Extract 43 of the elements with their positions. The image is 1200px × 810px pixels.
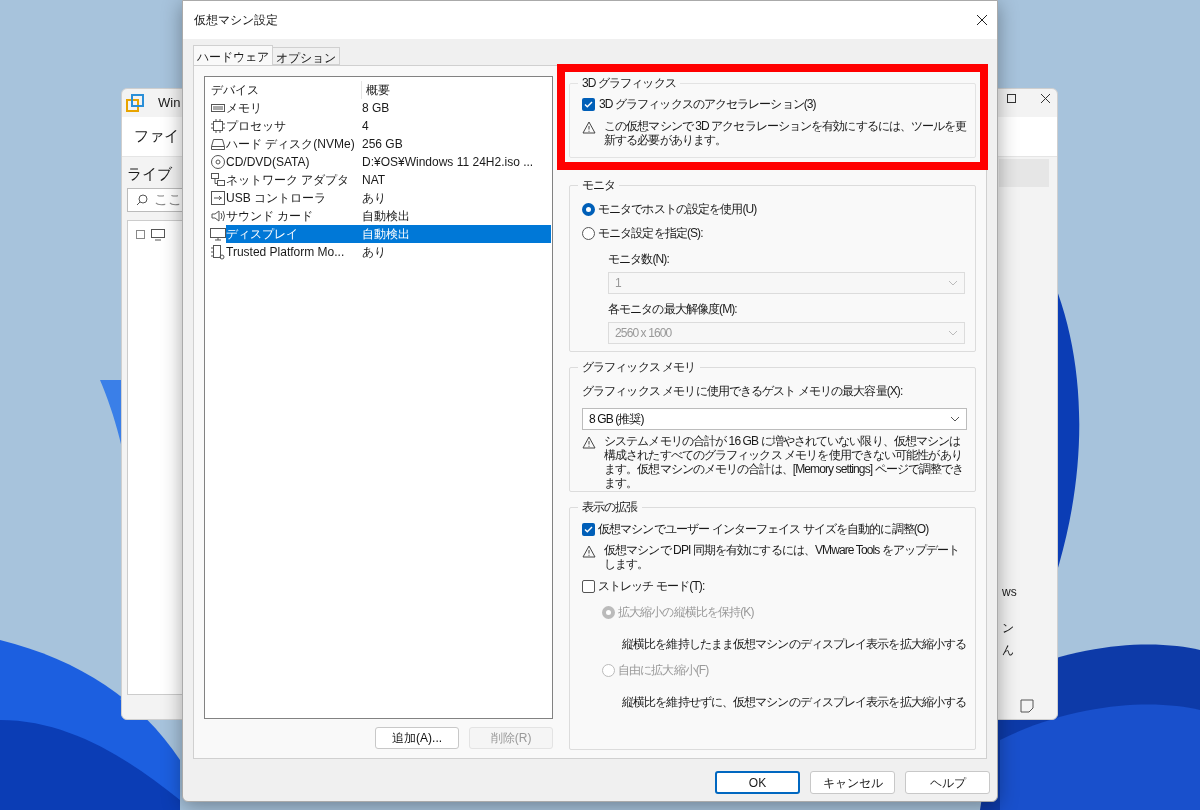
device-summary: あり <box>362 244 386 261</box>
dialog-title: 仮想マシン設定 <box>194 12 278 29</box>
device-summary: NAT <box>362 172 386 189</box>
device-summary: 4 <box>362 118 369 135</box>
radio-label: モニタ設定を指定(S): <box>598 225 703 242</box>
option-description: 縦横比を維持したまま仮想マシンのディスプレイ表示を拡大縮小する <box>621 636 967 653</box>
device-summary: 自動検出 <box>362 208 410 225</box>
radio-label: 拡大縮小の縦横比を保持(K) <box>618 604 754 621</box>
group-title: 表示の拡張 <box>581 499 639 516</box>
checkbox-label: 3D グラフィックスのアクセラレーション(3) <box>599 96 816 113</box>
group-title: 3D グラフィックス <box>581 75 677 92</box>
text-fragment: ン <box>1002 620 1015 637</box>
device-name: CD/DVD(SATA) <box>226 154 311 171</box>
panel-title: ライブ <box>127 165 172 182</box>
group-title: モニタ <box>581 177 617 194</box>
option-description: 縦横比を維持せずに、仮想マシンのディスプレイ表示を拡大縮小する <box>621 694 967 711</box>
device-summary: D:¥OS¥Windows 11 24H2.iso ... <box>362 154 534 171</box>
group-title: グラフィックス メモリ <box>581 359 697 376</box>
radio-label: モニタでホストの設定を使用(U) <box>598 201 757 218</box>
warning-text: この仮想マシンで 3D アクセラレーションを有効にするには、ツールを更新する必要があります。 <box>604 119 967 147</box>
warning-text: 仮想マシンで DPI 同期を有効にするには、VMware Tools をアップデートします。 <box>604 543 961 571</box>
device-name: ネットワーク アダプタ <box>226 172 351 189</box>
text-fragment: ws <box>1002 584 1017 601</box>
device-summary: 8 GB <box>362 100 390 117</box>
device-summary: 256 GB <box>362 136 403 153</box>
device-name: ディスプレイ <box>226 226 299 243</box>
window-title: Win <box>158 94 181 113</box>
text-fragment: ん <box>1002 642 1014 659</box>
device-name: サウンド カード <box>226 208 315 225</box>
checkbox-label: 仮想マシンでユーザー インターフェイス サイズを自動的に調整(O) <box>598 521 929 538</box>
radio-label: 自由に拡大縮小(F) <box>618 662 709 679</box>
device-summary: 自動検出 <box>362 226 410 243</box>
field-label: モニタ数(N): <box>608 251 670 268</box>
checkbox-label: ストレッチ モード(T): <box>598 578 705 595</box>
field-label: 各モニタの最大解像度(M): <box>608 301 738 318</box>
field-label: グラフィックス メモリに使用できるゲスト メモリの最大容量(X): <box>582 383 904 400</box>
device-name: ハード ディスク(NVMe) <box>226 136 356 153</box>
device-name: メモリ <box>226 100 263 117</box>
warning-text: システムメモリの合計が 16 GB に増やされていない限り、仮想マシンは構成されたすべてのグラフィックス メモリを使用できない可能性があります。仮想マシンのメモリの合計は、[Memory settings] ページで調整できます。 <box>604 434 965 490</box>
device-name: USB コントローラ <box>226 190 327 207</box>
device-name: プロセッサ <box>226 118 287 135</box>
device-summary: あり <box>362 190 386 207</box>
device-name: Trusted Platform Mo... <box>226 244 346 261</box>
